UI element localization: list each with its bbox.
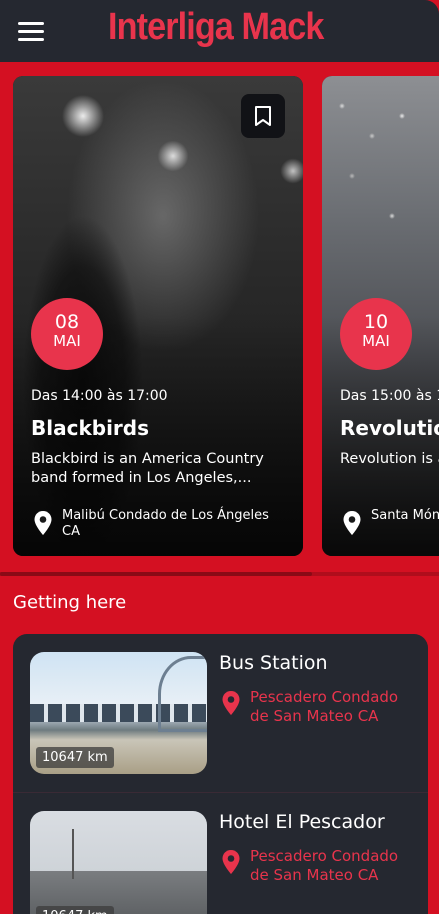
event-location: Santa Món Ángeles CA [340, 508, 439, 544]
event-title: Revolutio [340, 416, 439, 440]
place-location: Pescadero Condado de San Mateo CA [219, 847, 419, 889]
place-image: 10647 km [30, 652, 207, 774]
distance-badge: 10647 km [36, 906, 114, 914]
event-location: Malibú Condado de Los Ángeles CA [31, 508, 291, 544]
app-header: Interliga Mack [0, 0, 439, 62]
date-day: 10 [363, 311, 389, 333]
place-location-text: Pescadero Condado de San Mateo CA [250, 688, 399, 725]
carousel-scrollbar[interactable] [0, 572, 439, 576]
date-badge: 10 MAI [340, 298, 412, 370]
location-pin-icon [343, 511, 361, 535]
date-month: MAI [53, 332, 81, 350]
place-title: Bus Station [219, 652, 328, 674]
place-location-text: Pescadero Condado de San Mateo CA [250, 847, 399, 884]
place-image: 10647 km [30, 811, 207, 914]
event-description: Revolution is a American ba [340, 451, 439, 467]
place-title: Hotel El Pescador [219, 811, 385, 833]
list-item[interactable]: 10647 km Bus Station Pescadero Condado d… [13, 634, 428, 792]
section-title: Getting here [13, 592, 127, 613]
date-month: MAI [362, 332, 390, 350]
date-badge: 08 MAI [31, 298, 103, 370]
event-card[interactable]: 08 MAI Das 14:00 às 17:00 Blackbirds Bla… [13, 76, 303, 556]
location-pin-icon [222, 691, 240, 715]
location-pin-icon [34, 511, 52, 535]
bookmark-button[interactable] [241, 94, 285, 138]
app-title: Interliga Mack [108, 6, 324, 48]
events-carousel[interactable]: 08 MAI Das 14:00 às 17:00 Blackbirds Bla… [0, 62, 439, 578]
event-card[interactable]: 10 MAI Das 15:00 às 1 Revolutio Revoluti… [322, 76, 439, 556]
bookmark-icon [255, 106, 271, 126]
distance-badge: 10647 km [36, 747, 114, 768]
place-location: Pescadero Condado de San Mateo CA [219, 688, 419, 730]
hamburger-menu-icon[interactable] [18, 22, 44, 42]
date-day: 08 [54, 311, 80, 333]
list-item[interactable]: 10647 km Hotel El Pescador Pescadero Con… [13, 792, 428, 914]
carousel-scrollbar-thumb[interactable] [0, 572, 312, 576]
event-description: Blackbird is an America Country band for… [31, 451, 264, 486]
event-time: Das 15:00 às 1 [340, 388, 439, 404]
places-list: 10647 km Bus Station Pescadero Condado d… [13, 634, 428, 914]
event-time: Das 14:00 às 17:00 [31, 388, 168, 404]
event-location-text: Santa Món Ángeles CA [371, 508, 439, 523]
event-title: Blackbirds [31, 416, 150, 440]
location-pin-icon [222, 850, 240, 874]
event-location-text: Malibú Condado de Los Ángeles CA [62, 508, 269, 539]
